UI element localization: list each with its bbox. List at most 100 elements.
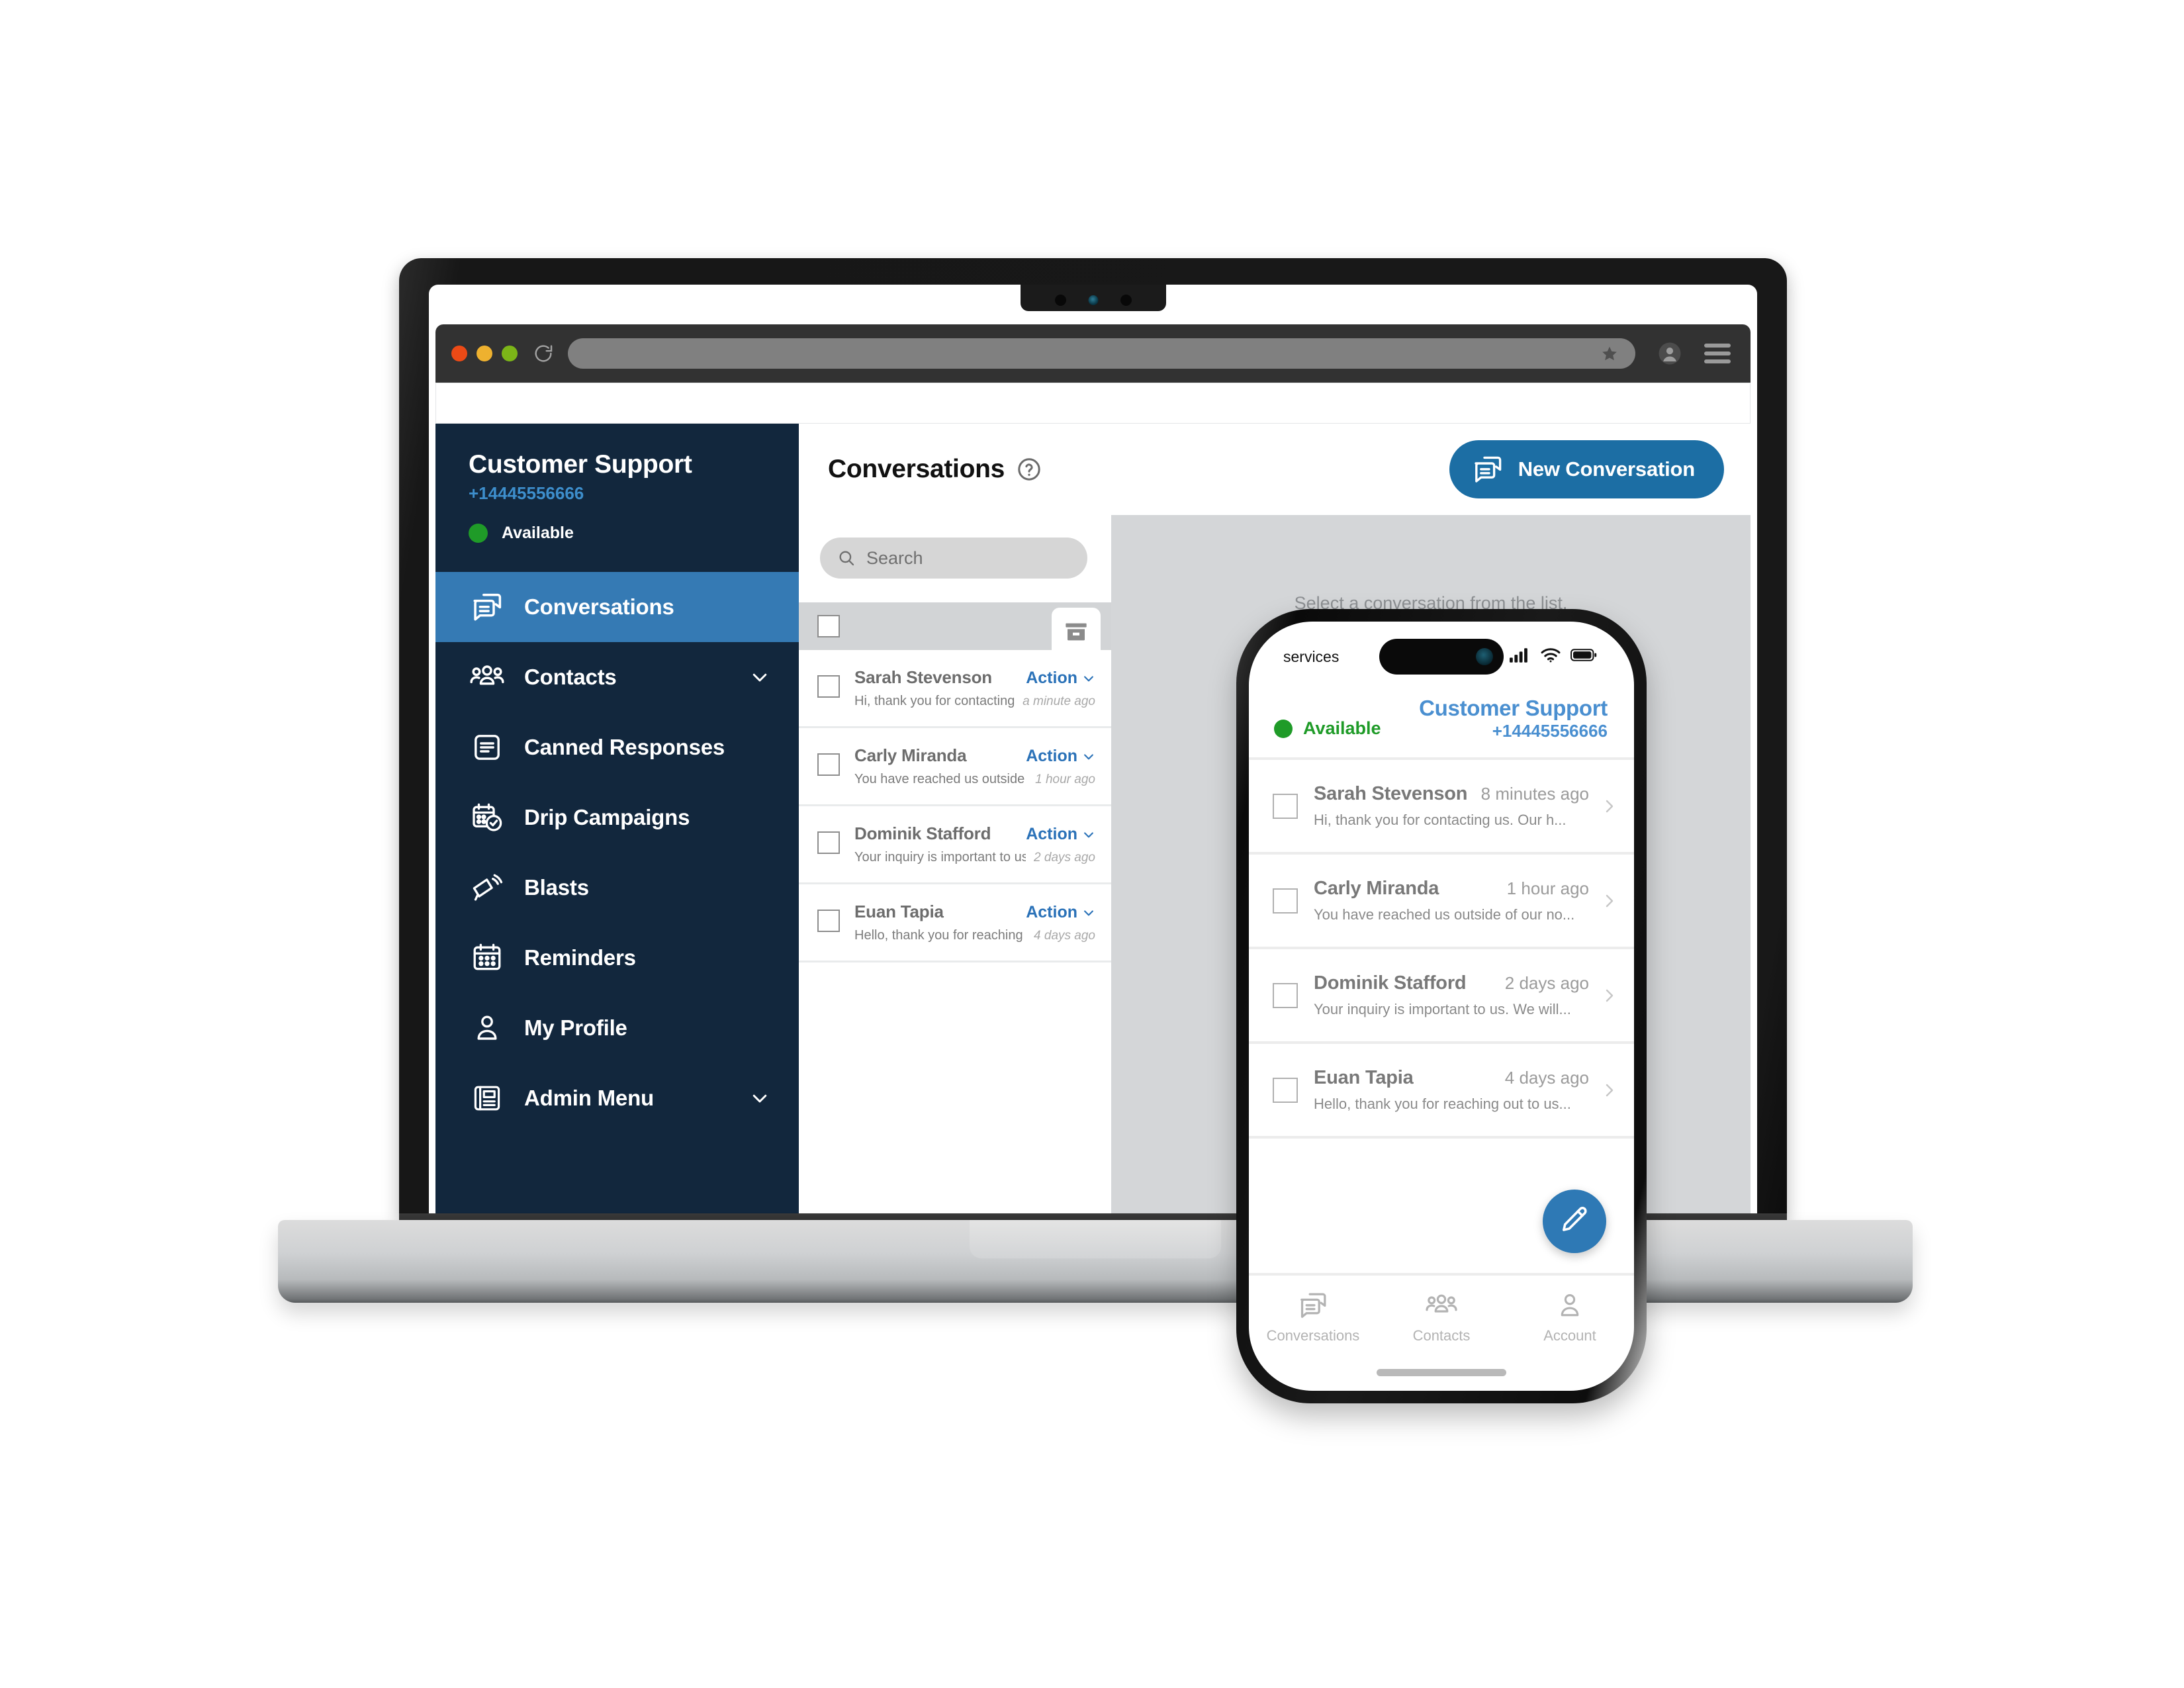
search-placeholder: Search (866, 547, 923, 568)
contact-name: Euan Tapia (1314, 1067, 1414, 1088)
sidebar-item-admin-menu[interactable]: Admin Menu (435, 1063, 799, 1133)
tab-label: Conversations (1266, 1327, 1360, 1344)
presence-status[interactable]: Available (1274, 718, 1381, 741)
conversation-row[interactable]: Euan Tapia 4 days ago Hello, thank you f… (1249, 1044, 1634, 1139)
contact-name: Dominik Stafford (1314, 972, 1467, 994)
profile-avatar-icon[interactable] (1658, 342, 1682, 365)
new-conversation-label: New Conversation (1518, 457, 1695, 481)
laptop-camera-notch (1020, 285, 1166, 311)
sidebar-profile-block: Customer Support +14445556666 Available (435, 424, 799, 572)
conversation-row[interactable]: Dominik Stafford Action Your inquiry is … (799, 806, 1111, 884)
conversation-row[interactable]: Carly Miranda Action You have reached us… (799, 728, 1111, 806)
window-close-button[interactable] (451, 346, 467, 361)
conversation-row[interactable]: Sarah Stevenson Action Hi, thank you for… (799, 650, 1111, 728)
row-checkbox[interactable] (1273, 1077, 1298, 1103)
address-bar[interactable] (568, 338, 1635, 369)
archive-tab[interactable] (1052, 608, 1101, 657)
conversation-row[interactable]: Carly Miranda 1 hour ago You have reache… (1249, 855, 1634, 949)
conversation-row[interactable]: Dominik Stafford 2 days ago Your inquiry… (1249, 949, 1634, 1044)
page-header: Conversations New Conversation (799, 424, 1751, 515)
contact-name: Carly Miranda (1314, 878, 1439, 899)
row-checkbox[interactable] (1273, 982, 1298, 1008)
action-dropdown[interactable]: Action (1026, 903, 1095, 922)
account-person-icon (1552, 1290, 1588, 1321)
message-preview: Hi, thank you for contacting us. Our h..… (1314, 812, 1567, 828)
sidebar-item-contacts[interactable]: Contacts (435, 642, 799, 712)
compose-fab-button[interactable] (1543, 1190, 1606, 1253)
camera-lens-icon (1088, 295, 1098, 305)
org-name: Customer Support (1419, 696, 1608, 720)
timestamp: 2 days ago (1504, 973, 1589, 993)
row-checkbox[interactable] (817, 831, 840, 854)
search-icon (837, 549, 856, 567)
contact-name: Sarah Stevenson (1314, 783, 1468, 804)
action-label: Action (1026, 903, 1077, 921)
tab-conversations[interactable]: Conversations (1249, 1290, 1377, 1344)
laptop-base-notch (970, 1220, 1221, 1258)
sidebar-item-conversations[interactable]: Conversations (435, 572, 799, 642)
message-preview: Hello, thank you for reaching out to us.… (854, 928, 1026, 943)
sidebar-item-blasts[interactable]: Blasts (435, 853, 799, 923)
org-block: Customer Support +14445556666 (1419, 696, 1608, 741)
conversations-icon (1295, 1290, 1331, 1321)
browser-toolbar (435, 324, 1751, 383)
action-dropdown[interactable]: Action (1026, 825, 1095, 844)
presence-label: Available (502, 524, 574, 542)
reload-icon[interactable] (532, 342, 555, 365)
search-input[interactable]: Search (820, 538, 1087, 579)
conversation-row[interactable]: Sarah Stevenson 8 minutes ago Hi, thank … (1249, 760, 1634, 855)
compose-pencil-icon (1559, 1204, 1590, 1239)
sidebar-item-reminders[interactable]: Reminders (435, 923, 799, 993)
hamburger-menu-icon[interactable] (1704, 344, 1731, 363)
chevron-down-icon[interactable] (750, 667, 770, 687)
laptop-base (278, 1220, 1913, 1303)
tab-contacts[interactable]: Contacts (1377, 1290, 1506, 1344)
presence-status[interactable]: Available (469, 524, 799, 543)
sidebar-item-drip-campaigns[interactable]: Drip Campaigns (435, 782, 799, 853)
action-dropdown[interactable]: Action (1026, 669, 1095, 688)
row-checkbox[interactable] (1273, 888, 1298, 914)
search-zone: Search (799, 515, 1111, 602)
window-minimize-button[interactable] (477, 346, 492, 361)
sidebar-item-label: My Profile (524, 1015, 627, 1040)
conversations-icon (469, 588, 506, 626)
message-preview: You have reached us outside of our no... (854, 772, 1027, 786)
conversation-row[interactable]: Euan Tapia Action Hello, thank you for r… (799, 884, 1111, 962)
window-maximize-button[interactable] (502, 346, 518, 361)
tab-label: Contacts (1412, 1327, 1471, 1344)
app-sidebar: Customer Support +14445556666 Available (435, 424, 799, 1218)
cellular-signal-icon (1510, 647, 1531, 666)
org-name: Customer Support (469, 450, 692, 479)
page-title: Conversations (828, 455, 1005, 483)
home-indicator (1377, 1369, 1506, 1376)
tab-account[interactable]: Account (1506, 1290, 1634, 1344)
select-all-checkbox[interactable] (817, 615, 840, 637)
row-checkbox[interactable] (817, 753, 840, 776)
chevron-down-icon[interactable] (750, 1088, 770, 1108)
org-phone: +14445556666 (1492, 721, 1608, 741)
presence-dot-icon (469, 524, 488, 543)
new-conversation-button[interactable]: New Conversation (1449, 440, 1724, 498)
sidebar-item-label: Blasts (524, 875, 589, 900)
chevron-right-icon (1601, 798, 1617, 814)
sidebar-item-label: Drip Campaigns (524, 805, 690, 829)
camera-sensor-left-icon (1054, 295, 1066, 306)
browser-tab-strip (435, 383, 1751, 424)
help-question-icon[interactable] (1017, 457, 1042, 482)
row-checkbox[interactable] (1273, 793, 1298, 819)
row-checkbox[interactable] (817, 910, 840, 932)
star-icon[interactable] (1601, 345, 1618, 362)
tab-label: Account (1543, 1327, 1596, 1344)
dynamic-island (1379, 639, 1504, 675)
timestamp: 1 hour ago (1035, 773, 1095, 786)
row-checkbox[interactable] (817, 675, 840, 698)
reminders-calendar-icon (469, 939, 506, 976)
phone-status-icons (1510, 647, 1597, 666)
sidebar-item-canned-responses[interactable]: Canned Responses (435, 712, 799, 782)
list-toolbar (799, 602, 1111, 657)
sidebar-item-my-profile[interactable]: My Profile (435, 993, 799, 1063)
action-dropdown[interactable]: Action (1026, 747, 1095, 766)
timestamp: 2 days ago (1034, 851, 1095, 865)
message-preview: Your inquiry is important to us. We will… (1314, 1001, 1571, 1017)
admin-menu-icon (469, 1080, 506, 1117)
